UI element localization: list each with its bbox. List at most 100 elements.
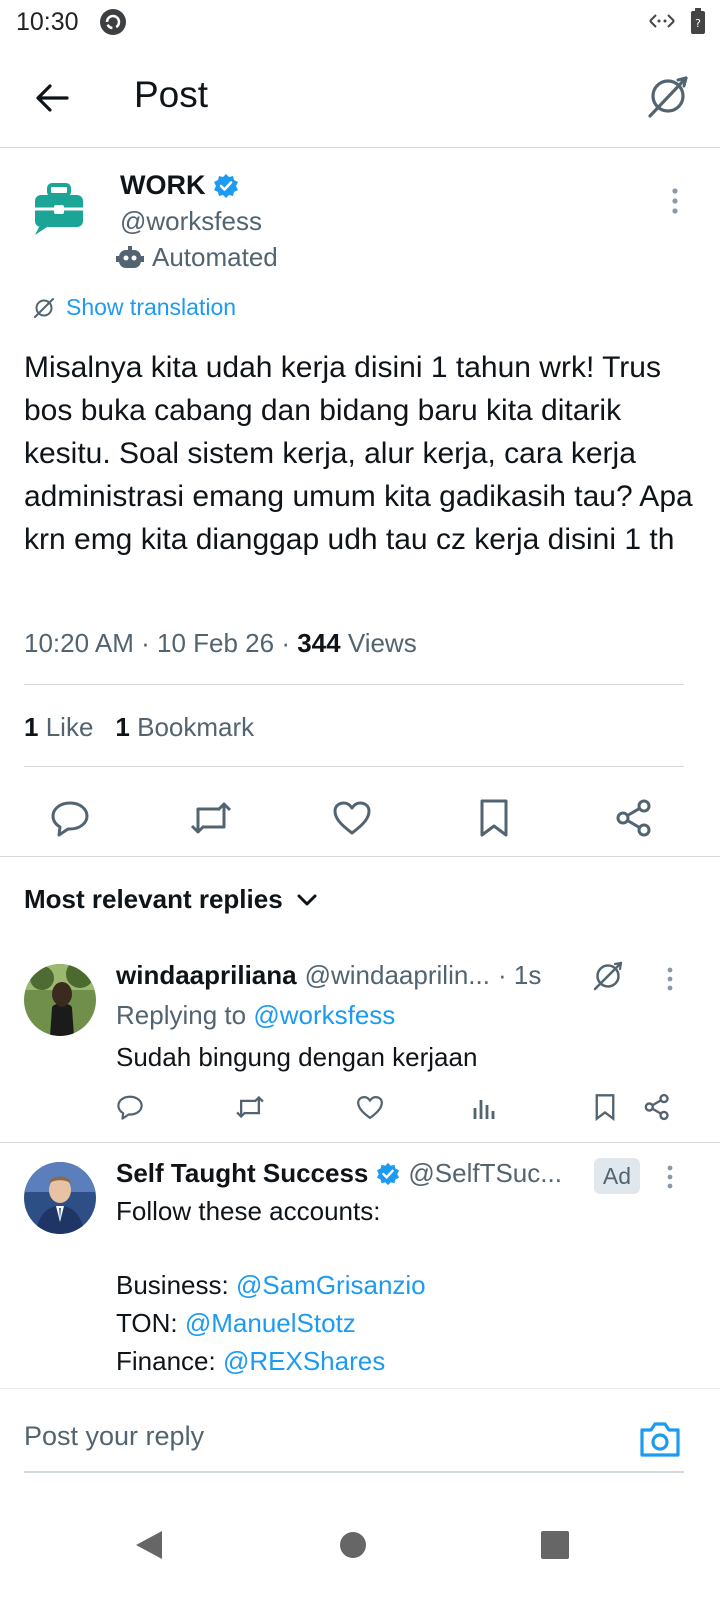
triangle-back-icon bbox=[136, 1531, 162, 1559]
views-label: Views bbox=[347, 628, 417, 658]
reply-button[interactable] bbox=[42, 790, 98, 846]
likes-count: 1 bbox=[24, 712, 39, 742]
arrow-left-icon bbox=[36, 84, 69, 112]
translate-icon[interactable] bbox=[642, 70, 694, 122]
ad-intro: Follow these accounts: bbox=[116, 1196, 381, 1226]
post-time: 10:20 AM bbox=[24, 628, 134, 658]
replies-sort-label: Most relevant replies bbox=[24, 884, 283, 914]
more-options-icon[interactable] bbox=[666, 966, 674, 992]
reply-item[interactable]: windaapriliana @windaaprilin... · 1s Rep… bbox=[0, 944, 720, 1142]
show-translation-link[interactable]: Show translation bbox=[32, 294, 236, 321]
share-icon bbox=[644, 1093, 669, 1121]
post-date: 10 Feb 26 bbox=[156, 628, 275, 658]
app-notification-icon bbox=[100, 9, 126, 35]
verified-badge-icon bbox=[214, 173, 239, 198]
page-title: Post bbox=[134, 74, 209, 115]
repost-button[interactable] bbox=[183, 790, 239, 846]
ad-header: Self Taught Success @SelfTSuc... bbox=[116, 1158, 562, 1189]
bookmarks-label: Bookmark bbox=[137, 712, 255, 742]
repost-button[interactable] bbox=[233, 1090, 267, 1124]
replies-sort-dropdown[interactable]: Most relevant replies bbox=[24, 884, 317, 915]
data-transfer-icon bbox=[649, 14, 675, 28]
ad-line-handle[interactable]: @ManuelStotz bbox=[185, 1308, 356, 1338]
reply-composer: Post your reply bbox=[0, 1388, 720, 1488]
post-stats: 1 Like 1 Bookmark bbox=[24, 712, 254, 743]
ad-line-label: TON: bbox=[116, 1308, 178, 1338]
likes-stat[interactable]: 1 Like bbox=[24, 712, 93, 743]
nav-back-button[interactable] bbox=[124, 1520, 174, 1570]
reply-actions bbox=[0, 1090, 720, 1130]
status-bar: 10:30 ? bbox=[0, 0, 720, 44]
bookmark-button[interactable] bbox=[588, 1090, 622, 1124]
reply-icon bbox=[51, 801, 89, 837]
reply-text: Sudah bingung dengan kerjaan bbox=[116, 1042, 478, 1072]
reply-author-name[interactable]: windaapriliana bbox=[116, 960, 297, 991]
reply-input[interactable]: Post your reply bbox=[24, 1421, 204, 1452]
replying-to-handle[interactable]: @worksfess bbox=[253, 1000, 395, 1030]
ad-line: Business: @SamGrisanzio bbox=[116, 1270, 426, 1301]
section-divider bbox=[0, 856, 720, 857]
author-name[interactable]: WORK bbox=[120, 170, 239, 201]
bookmarks-stat[interactable]: 1 Bookmark bbox=[115, 712, 254, 743]
author-name-text: WORK bbox=[120, 170, 206, 200]
like-button[interactable] bbox=[353, 1090, 387, 1124]
status-time: 10:30 bbox=[16, 8, 79, 36]
show-translation-text: Show translation bbox=[66, 294, 237, 320]
bookmark-icon bbox=[480, 799, 508, 837]
nav-home-button[interactable] bbox=[328, 1520, 378, 1570]
robot-icon bbox=[116, 245, 144, 268]
reply-author-handle[interactable]: @windaaprilin... bbox=[305, 960, 490, 991]
replying-to: Replying to @worksfess bbox=[116, 1000, 395, 1031]
ad-line-handle[interactable]: @SamGrisanzio bbox=[236, 1270, 426, 1300]
divider bbox=[24, 766, 684, 767]
like-button[interactable] bbox=[324, 790, 380, 846]
automated-text: Automated bbox=[152, 242, 278, 272]
reply-time: · 1s bbox=[497, 960, 542, 990]
battery-icon: ? bbox=[691, 8, 705, 34]
repost-icon bbox=[190, 802, 232, 834]
back-button[interactable] bbox=[30, 76, 74, 120]
avatar[interactable] bbox=[24, 174, 94, 244]
reply-input-underline bbox=[24, 1471, 684, 1473]
divider bbox=[24, 684, 684, 685]
translate-small-icon bbox=[34, 297, 54, 318]
share-button[interactable] bbox=[606, 790, 662, 846]
bookmark-button[interactable] bbox=[466, 790, 522, 846]
system-nav-bar bbox=[0, 1490, 720, 1600]
verified-badge-icon bbox=[377, 1162, 400, 1185]
ad-line: Finance: @REXShares bbox=[116, 1346, 385, 1377]
bookmark-icon bbox=[595, 1094, 615, 1121]
ad-line: TON: @ManuelStotz bbox=[116, 1308, 356, 1339]
ad-line-label: Business: bbox=[116, 1270, 229, 1300]
share-button[interactable] bbox=[640, 1090, 674, 1124]
camera-icon[interactable] bbox=[638, 1417, 682, 1461]
svg-text:?: ? bbox=[695, 17, 701, 30]
app-bar: Post bbox=[0, 44, 720, 148]
more-options-icon[interactable] bbox=[670, 186, 680, 216]
views-button[interactable] bbox=[468, 1090, 502, 1124]
ad-author-name[interactable]: Self Taught Success bbox=[116, 1158, 368, 1189]
avatar-photo bbox=[24, 964, 96, 1036]
avatar-photo bbox=[24, 1162, 96, 1234]
promoted-post[interactable]: Self Taught Success @SelfTSuc... Ad Foll… bbox=[0, 1142, 720, 1388]
more-options-icon[interactable] bbox=[666, 1164, 674, 1190]
square-recents-icon bbox=[541, 1531, 569, 1559]
nav-recents-button[interactable] bbox=[530, 1520, 580, 1570]
reply-header: windaapriliana @windaaprilin... · 1s bbox=[116, 960, 541, 991]
author-handle[interactable]: @worksfess bbox=[120, 206, 262, 237]
likes-label: Like bbox=[45, 712, 94, 742]
circle-home-icon bbox=[340, 1532, 366, 1558]
reply-button[interactable] bbox=[113, 1090, 147, 1124]
replying-to-label: Replying to bbox=[116, 1000, 247, 1030]
heart-icon bbox=[333, 801, 371, 835]
translate-icon[interactable] bbox=[590, 958, 626, 994]
avatar[interactable] bbox=[24, 964, 96, 1036]
heart-icon bbox=[357, 1095, 383, 1119]
ad-author-handle[interactable]: @SelfTSuc... bbox=[408, 1158, 562, 1189]
ad-line-handle[interactable]: @REXShares bbox=[223, 1346, 385, 1376]
reply-icon bbox=[117, 1095, 143, 1120]
avatar[interactable] bbox=[24, 1162, 96, 1234]
post-meta: 10:20 AM · 10 Feb 26 · 344 Views bbox=[24, 628, 417, 658]
repost-icon bbox=[236, 1095, 264, 1119]
analytics-icon bbox=[473, 1100, 495, 1119]
